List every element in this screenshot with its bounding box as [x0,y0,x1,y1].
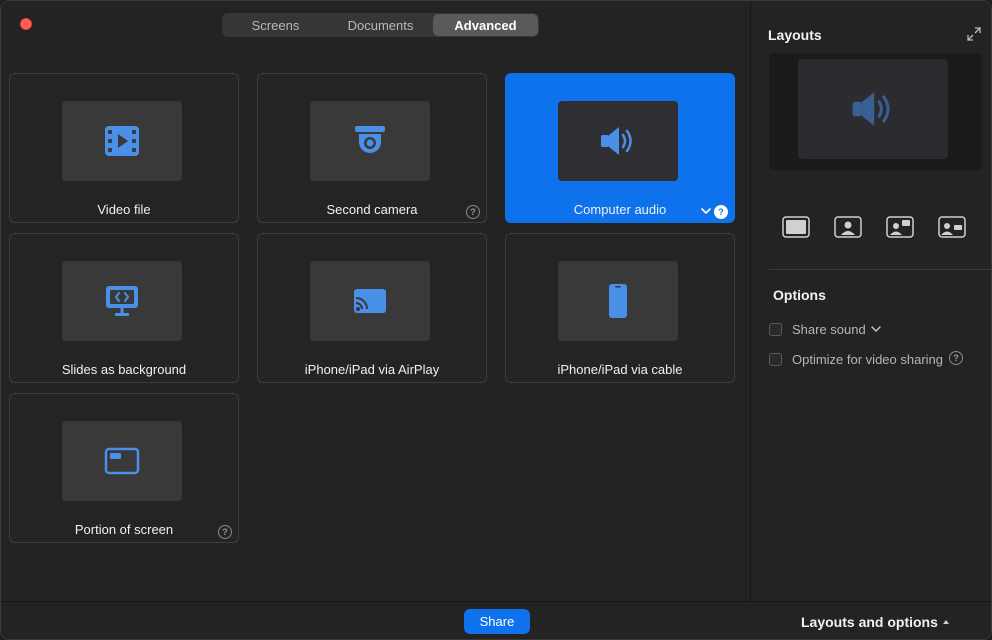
options-title: Options [773,287,826,303]
tile-label: Video file [97,202,151,217]
speaker-icon [852,92,890,126]
footer-divider [1,601,991,602]
layouts-title: Layouts [768,27,822,43]
layouts-and-options-label: Layouts and options [801,614,938,630]
camera-icon [355,126,385,153]
phone-icon [609,284,627,318]
layout-presenter-with-content-icon[interactable] [886,215,914,239]
share-sound-label: Share sound [792,321,866,337]
tile-video-file[interactable]: Video file [9,73,239,223]
option-share-sound: Share sound [769,320,882,338]
close-window-button[interactable] [20,18,32,30]
share-button[interactable]: Share [464,609,530,634]
source-tabs: Screens Documents Advanced [222,13,539,37]
speaker-icon [601,127,632,155]
tile-label: Portion of screen [74,522,174,537]
tab-screens[interactable]: Screens [223,14,328,36]
tile-thumbnail [62,101,182,181]
tile-thumbnail [62,421,182,501]
layout-presenter-icon[interactable] [834,215,862,239]
help-icon[interactable]: ? [949,350,964,365]
layout-content-only-icon[interactable] [782,215,810,239]
tile-label: Second camera [326,202,418,217]
chevron-down-icon[interactable] [870,323,882,335]
airplay-icon [354,289,386,313]
tile-airplay[interactable]: iPhone/iPad via AirPlay [257,233,487,383]
tile-label: Slides as background [61,362,187,377]
layout-side-by-side-icon[interactable] [938,215,966,239]
tile-thumbnail [558,261,678,341]
chevron-down-icon[interactable] [700,205,712,217]
tile-thumbnail [558,101,678,181]
tile-computer-audio[interactable]: Computer audio ? [505,73,735,223]
option-optimize-video: Optimize for video sharing ? [769,350,964,368]
screen-portion-icon [104,447,140,475]
tab-documents[interactable]: Documents [328,14,433,36]
tile-label: iPhone/iPad via AirPlay [304,362,440,377]
help-icon[interactable]: ? [218,525,232,539]
layout-preview-content [798,59,948,159]
tab-advanced[interactable]: Advanced [433,14,538,36]
caret-up-icon [942,620,949,624]
share-sound-checkbox[interactable] [769,322,782,336]
optimize-video-checkbox[interactable] [769,352,782,366]
panel-divider [750,1,751,601]
tile-iphone-cable[interactable]: iPhone/iPad via cable [505,233,735,383]
layout-preview [769,53,982,170]
help-icon[interactable]: ? [714,205,728,219]
expand-icon[interactable] [967,27,981,41]
tile-thumbnail [310,261,430,341]
tile-slides-as-background[interactable]: Slides as background [9,233,239,383]
layouts-and-options-toggle[interactable]: Layouts and options [801,614,949,630]
tile-thumbnail [62,261,182,341]
tile-label: iPhone/iPad via cable [557,362,683,377]
tile-second-camera[interactable]: Second camera ? [257,73,487,223]
help-icon[interactable]: ? [466,205,480,219]
options-divider [769,269,991,270]
video-file-icon [105,126,139,156]
slides-icon [106,286,138,316]
tile-thumbnail [310,101,430,181]
tile-portion-of-screen[interactable]: Portion of screen ? [9,393,239,543]
optimize-video-label: Optimize for video sharing [792,351,944,367]
share-dialog-window: Screens Documents Advanced Video file Se… [0,0,992,640]
